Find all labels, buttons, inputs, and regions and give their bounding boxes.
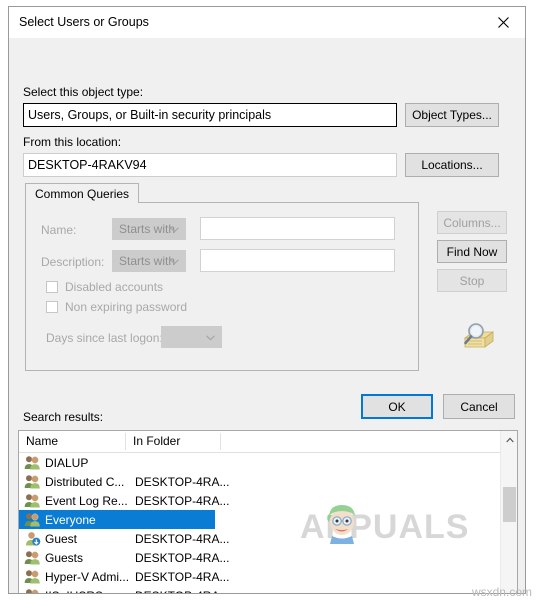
description-operator-select[interactable]: Starts with bbox=[112, 250, 186, 272]
locations-button[interactable]: Locations... bbox=[405, 153, 499, 177]
column-divider[interactable] bbox=[125, 433, 126, 450]
list-header: Name In Folder bbox=[19, 431, 517, 453]
row-name: Event Log Re... bbox=[45, 493, 128, 508]
chevron-down-icon bbox=[206, 330, 215, 344]
name-input[interactable] bbox=[200, 217, 395, 240]
select-users-or-groups-dialog: Select Users or Groups Select this objec… bbox=[8, 6, 526, 594]
object-type-field[interactable]: Users, Groups, or Built-in security prin… bbox=[23, 103, 397, 127]
dialog-body: Select this object type: Users, Groups, … bbox=[9, 39, 525, 594]
table-row[interactable]: Guest DESKTOP-4RA... bbox=[19, 529, 517, 548]
magnifier-folder-icon bbox=[459, 320, 499, 354]
screenshot-root: Select Users or Groups Select this objec… bbox=[0, 0, 536, 600]
checkbox-box bbox=[46, 281, 58, 293]
column-header-name[interactable]: Name bbox=[26, 434, 58, 448]
list-rows: DIALUP Distributed C... DESKTOP-4RA... Even… bbox=[19, 453, 517, 594]
window-title: Select Users or Groups bbox=[19, 15, 149, 29]
column-divider[interactable] bbox=[220, 433, 221, 450]
row-name: Everyone bbox=[45, 512, 96, 527]
chevron-down-icon bbox=[170, 254, 179, 268]
stop-button[interactable]: Stop bbox=[437, 269, 507, 292]
row-in-folder: DESKTOP-4RA... bbox=[135, 493, 230, 508]
search-results-list: Name In Folder DIALUP Distributed C... DES… bbox=[18, 430, 518, 594]
group-icon bbox=[24, 455, 41, 470]
row-in-folder: DESKTOP-4RA... bbox=[135, 569, 230, 584]
row-name: Guests bbox=[45, 550, 84, 565]
group-icon bbox=[24, 474, 41, 489]
description-operator-value: Starts with bbox=[119, 254, 176, 268]
location-field[interactable]: DESKTOP-4RAKV94 bbox=[23, 153, 397, 177]
object-type-label: Select this object type: bbox=[23, 85, 144, 99]
row-name: Guest bbox=[45, 531, 78, 546]
checkbox-box bbox=[46, 301, 58, 313]
row-in-folder: DESKTOP-4RA... bbox=[135, 474, 230, 489]
non-expiring-password-label: Non expiring password bbox=[65, 300, 188, 314]
group-icon bbox=[24, 569, 41, 584]
description-label: Description: bbox=[41, 255, 105, 269]
cancel-button[interactable]: Cancel bbox=[443, 394, 515, 419]
vertical-scrollbar[interactable] bbox=[500, 431, 517, 593]
table-row[interactable]: Event Log Re... DESKTOP-4RA... bbox=[19, 491, 517, 510]
row-in-folder: DESKTOP-4RA... bbox=[135, 550, 230, 565]
group-icon bbox=[24, 550, 41, 565]
column-header-in-folder[interactable]: In Folder bbox=[133, 434, 180, 448]
days-since-last-logon-select[interactable] bbox=[161, 326, 222, 348]
table-row[interactable]: Distributed C... DESKTOP-4RA... bbox=[19, 472, 517, 491]
tab-common-queries[interactable]: Common Queries bbox=[25, 183, 140, 203]
row-in-folder: DESKTOP-4RA... bbox=[135, 589, 229, 594]
user-icon bbox=[24, 531, 41, 546]
disabled-accounts-checkbox[interactable]: Disabled accounts bbox=[46, 280, 163, 294]
name-operator-select[interactable]: Starts with bbox=[112, 218, 186, 240]
tab-strip: Common Queries bbox=[25, 183, 419, 203]
search-results-label: Search results: bbox=[23, 410, 104, 424]
group-icon bbox=[24, 512, 41, 527]
scroll-up-icon[interactable] bbox=[501, 431, 517, 448]
row-name: Hyper-V Admi... bbox=[45, 569, 130, 584]
tab-panel-seam bbox=[26, 201, 128, 204]
row-name: Distributed C... bbox=[45, 474, 125, 489]
days-since-last-logon-label: Days since last logon: bbox=[46, 331, 163, 345]
chevron-down-icon bbox=[170, 222, 179, 236]
columns-button[interactable]: Columns... bbox=[437, 211, 507, 234]
close-icon[interactable] bbox=[481, 7, 525, 37]
find-now-button[interactable]: Find Now bbox=[437, 240, 507, 263]
title-bar: Select Users or Groups bbox=[9, 7, 525, 39]
object-types-button[interactable]: Object Types... bbox=[405, 103, 499, 127]
name-label: Name: bbox=[41, 223, 77, 237]
group-icon bbox=[24, 588, 41, 593]
row-name: DIALUP bbox=[45, 455, 89, 470]
ok-button[interactable]: OK bbox=[361, 394, 433, 419]
scrollbar-thumb[interactable] bbox=[503, 487, 516, 522]
disabled-accounts-label: Disabled accounts bbox=[65, 280, 164, 294]
table-row[interactable]: DIALUP bbox=[19, 453, 517, 472]
row-name: IIS_IUSRS bbox=[45, 589, 103, 594]
table-row[interactable]: Guests DESKTOP-4RA... bbox=[19, 548, 517, 567]
table-row[interactable]: Hyper-V Admi... DESKTOP-4RA... bbox=[19, 567, 517, 586]
table-row[interactable]: IIS_IUSRS DESKTOP-4RA... bbox=[19, 586, 517, 594]
name-operator-value: Starts with bbox=[119, 222, 176, 236]
table-row[interactable]: Everyone bbox=[19, 510, 215, 529]
group-icon bbox=[24, 493, 41, 508]
wsxdn-watermark: wsxdn.com bbox=[471, 585, 532, 599]
row-in-folder: DESKTOP-4RA... bbox=[135, 531, 230, 546]
description-input[interactable] bbox=[200, 249, 395, 272]
non-expiring-password-checkbox[interactable]: Non expiring password bbox=[46, 300, 187, 314]
location-label: From this location: bbox=[23, 135, 122, 149]
